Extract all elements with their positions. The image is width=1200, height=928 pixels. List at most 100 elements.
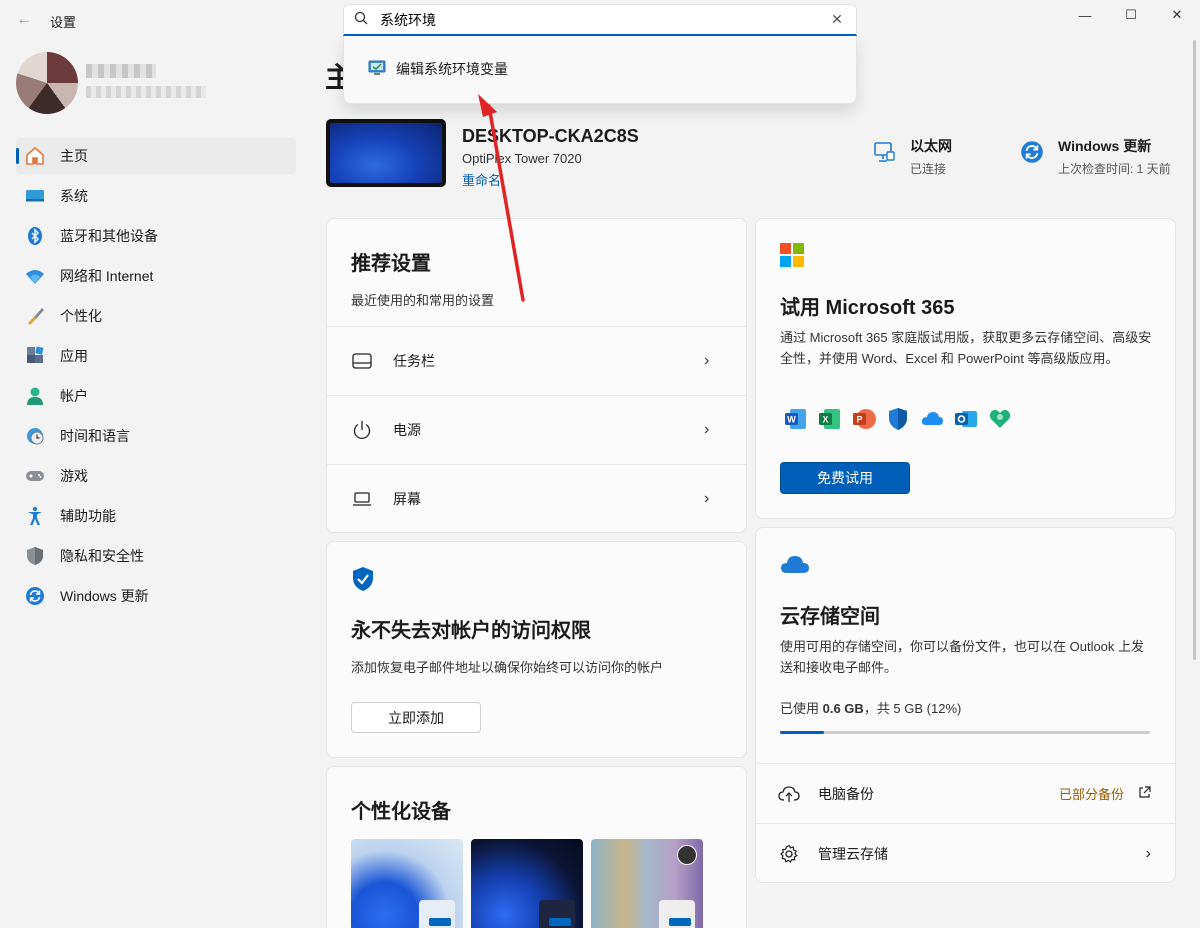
recommended-row-power[interactable]: 电源 ›	[327, 395, 746, 463]
close-button[interactable]: ✕	[1154, 0, 1200, 30]
wallpaper-light[interactable]	[351, 839, 463, 928]
cloud-icon	[780, 554, 810, 577]
manage-cloud-storage-label: 管理云存储	[818, 845, 888, 862]
laptop-icon	[351, 488, 373, 510]
cloud-body: 使用可用的存储空间，你可以备份文件，也可以在 Outlook 上发送和接收电子邮…	[780, 639, 1145, 675]
sidebar-item-home[interactable]: 主页	[16, 138, 296, 174]
chevron-right-icon: ›	[704, 420, 710, 438]
sidebar-item-privacy[interactable]: 隐私和安全性	[16, 538, 296, 574]
ethernet-title: 以太网	[910, 138, 952, 154]
usage-prefix: 已使用	[780, 701, 823, 716]
sidebar-item-label: 帐户	[60, 388, 88, 404]
power-icon	[351, 419, 373, 441]
add-now-button[interactable]: 立即添加	[351, 702, 481, 733]
gear-icon	[778, 843, 800, 865]
sidebar-item-label: 隐私和安全性	[60, 548, 144, 564]
recommended-row-taskbar[interactable]: 任务栏 ›	[327, 326, 746, 394]
svg-text:P: P	[856, 415, 862, 425]
sidebar-item-system[interactable]: 系统	[16, 178, 296, 214]
spotlight-icon	[677, 845, 697, 865]
system-icon	[24, 185, 46, 207]
sidebar-item-gaming[interactable]: 游戏	[16, 458, 296, 494]
user-profile[interactable]	[16, 52, 206, 114]
personalize-title: 个性化设备	[351, 801, 451, 823]
sidebar-item-time-language[interactable]: 时间和语言	[16, 418, 296, 454]
sidebar-item-apps[interactable]: 应用	[16, 338, 296, 374]
word-icon: W	[784, 407, 808, 431]
apps-icon	[24, 345, 46, 367]
search-suggestion-label: 编辑系统环境变量	[396, 61, 508, 77]
cloud-usage-bar	[780, 731, 1150, 734]
home-icon	[24, 145, 46, 167]
onedrive-icon	[920, 407, 944, 431]
sidebar-item-accounts[interactable]: 帐户	[16, 378, 296, 414]
m365-title: 试用 Microsoft 365	[780, 297, 955, 319]
maximize-button[interactable]: ☐	[1108, 0, 1154, 30]
microsoft-logo-icon	[780, 243, 804, 270]
sidebar-item-label: Windows 更新	[60, 588, 149, 604]
update-detail: 上次检查时间: 1 天前	[1058, 162, 1171, 176]
device-wallpaper-thumbnail	[326, 119, 446, 187]
account-access-card: 永不失去对帐户的访问权限 添加恢复电子邮件地址以确保你始终可以访问你的帐户 立即…	[326, 541, 747, 758]
usage-value: 0.6 GB	[822, 701, 864, 716]
microsoft-365-card: 试用 Microsoft 365 通过 Microsoft 365 家庭版试用版…	[755, 218, 1176, 519]
cloud-usage-fill	[780, 731, 825, 734]
search-suggestion-item[interactable]: 编辑系统环境变量	[352, 46, 850, 92]
device-name: DESKTOP-CKA2C8S	[462, 126, 639, 146]
pc-backup-row[interactable]: 电脑备份 已部分备份	[756, 763, 1175, 823]
cloud-title: 云存储空间	[780, 606, 880, 628]
chevron-right-icon: ›	[704, 489, 710, 507]
recommended-row-label: 任务栏	[393, 352, 435, 369]
rename-link[interactable]: 重命名	[462, 170, 501, 189]
account-card-subtitle: 添加恢复电子邮件地址以确保你始终可以访问你的帐户	[351, 660, 664, 675]
pc-backup-label: 电脑备份	[818, 785, 874, 802]
sidebar-nav: 主页 系统 蓝牙和其他设备 网络和 Internet 个性化 应用 帐户 时间和…	[16, 138, 296, 618]
sidebar-item-label: 网络和 Internet	[60, 268, 154, 284]
update-icon	[24, 585, 46, 607]
sidebar-item-label: 游戏	[60, 468, 88, 484]
recommended-title: 推荐设置	[351, 253, 431, 275]
defender-icon	[886, 407, 910, 431]
cloud-usage-text: 已使用 0.6 GB，共 5 GB (12%)	[780, 698, 961, 717]
sidebar-item-windows-update[interactable]: Windows 更新	[16, 578, 296, 614]
search-box[interactable]: ✕	[343, 4, 857, 36]
search-input[interactable]	[380, 11, 828, 28]
external-link-icon	[1138, 785, 1151, 802]
shield-icon	[24, 545, 46, 567]
m365-app-icons: W X P	[784, 407, 1012, 431]
windows-update-status[interactable]: Windows 更新 上次检查时间: 1 天前	[1020, 136, 1171, 177]
sidebar-item-label: 辅助功能	[60, 508, 116, 524]
excel-icon: X	[818, 407, 842, 431]
update-icon	[1020, 140, 1046, 166]
free-trial-button[interactable]: 免费试用	[780, 462, 910, 494]
powerpoint-icon: P	[852, 407, 876, 431]
page-scrollbar[interactable]	[1193, 40, 1196, 660]
taskbar-icon	[351, 350, 373, 372]
family-safety-icon	[988, 407, 1012, 431]
sidebar-item-label: 蓝牙和其他设备	[60, 228, 158, 244]
back-arrow-icon[interactable]: ←	[14, 10, 34, 30]
recommended-row-label: 屏幕	[393, 490, 421, 507]
app-title: 设置	[50, 15, 77, 30]
sidebar-item-personalization[interactable]: 个性化	[16, 298, 296, 334]
cloud-upload-icon	[778, 783, 800, 805]
cloud-storage-card: 云存储空间 使用可用的存储空间，你可以备份文件，也可以在 Outlook 上发送…	[755, 527, 1176, 883]
manage-cloud-storage-row[interactable]: 管理云存储 ›	[756, 823, 1175, 883]
sidebar-item-bluetooth[interactable]: 蓝牙和其他设备	[16, 218, 296, 254]
wallpaper-spotlight[interactable]	[591, 839, 703, 928]
clear-search-icon[interactable]: ✕	[828, 11, 846, 28]
m365-body: 通过 Microsoft 365 家庭版试用版，获取更多云存储空间、高级安全性，…	[780, 330, 1152, 366]
clock-globe-icon	[24, 425, 46, 447]
sidebar-item-network[interactable]: 网络和 Internet	[16, 258, 296, 294]
wallpaper-dark[interactable]	[471, 839, 583, 928]
sidebar-item-label: 应用	[60, 348, 88, 364]
ethernet-status[interactable]: 以太网 已连接	[872, 136, 952, 177]
sidebar-item-accessibility[interactable]: 辅助功能	[16, 498, 296, 534]
minimize-button[interactable]: —	[1062, 0, 1108, 30]
recommended-row-display[interactable]: 屏幕 ›	[327, 464, 746, 532]
search-icon	[354, 11, 368, 28]
update-title: Windows 更新	[1058, 138, 1152, 154]
pc-backup-status: 已部分备份	[1058, 787, 1124, 802]
sidebar-item-label: 个性化	[60, 308, 102, 324]
avatar	[16, 52, 78, 114]
